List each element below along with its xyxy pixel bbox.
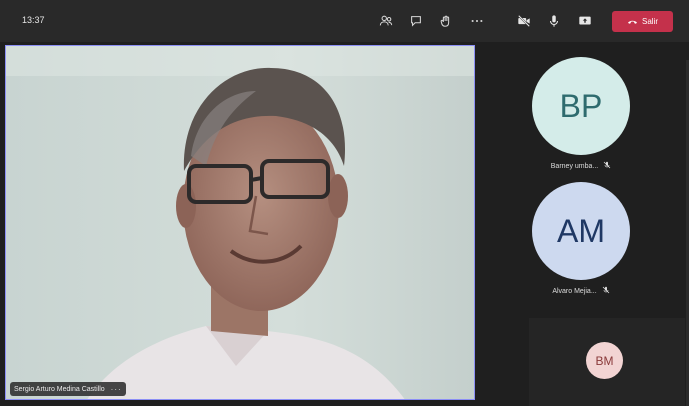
participant-name: Alvaro Mejia... xyxy=(552,287,597,295)
meeting-timer: 13:37 xyxy=(22,15,45,25)
main-participant-name: Sergio Arturo Medina Castillo xyxy=(14,385,105,393)
main-video-tile[interactable]: Sergio Arturo Medina Castillo ··· xyxy=(5,45,475,400)
raise-hand-icon[interactable] xyxy=(436,11,456,31)
participant-tile-bp[interactable]: BP Barney umba... xyxy=(531,57,631,171)
meeting-toolbar: 13:37 Salir xyxy=(0,0,689,42)
avatar-initials: AM xyxy=(557,212,605,249)
avatar: BM xyxy=(586,342,623,379)
avatar: BP xyxy=(532,57,630,155)
chat-icon[interactable] xyxy=(406,11,426,31)
participant-tile-am[interactable]: AM Alvaro Mejia... xyxy=(531,182,631,296)
participant-name-tag: Sergio Arturo Medina Castillo ··· xyxy=(10,382,126,396)
camera-off-icon[interactable] xyxy=(514,11,534,31)
leave-button[interactable]: Salir xyxy=(612,11,673,32)
microphone-muted-icon xyxy=(603,161,611,171)
people-icon[interactable] xyxy=(376,11,396,31)
avatar: AM xyxy=(532,182,630,280)
microphone-icon[interactable] xyxy=(544,11,564,31)
leave-label: Salir xyxy=(641,17,658,26)
avatar-initials: BM xyxy=(595,353,614,368)
avatar-initials: BP xyxy=(559,87,603,124)
participant-name-row: Barney umba... xyxy=(551,161,611,171)
participant-tile-bm[interactable]: BM xyxy=(529,318,685,406)
more-icon[interactable] xyxy=(467,11,487,31)
participant-name: Barney umba... xyxy=(550,162,599,170)
more-options-button[interactable]: ··· xyxy=(111,385,122,394)
microphone-muted-icon xyxy=(602,286,610,296)
phone-hangup-icon xyxy=(628,20,637,24)
share-screen-icon[interactable] xyxy=(575,11,595,31)
participant-name-row: Alvaro Mejia... xyxy=(552,286,609,296)
participant-video-feed xyxy=(6,46,474,399)
